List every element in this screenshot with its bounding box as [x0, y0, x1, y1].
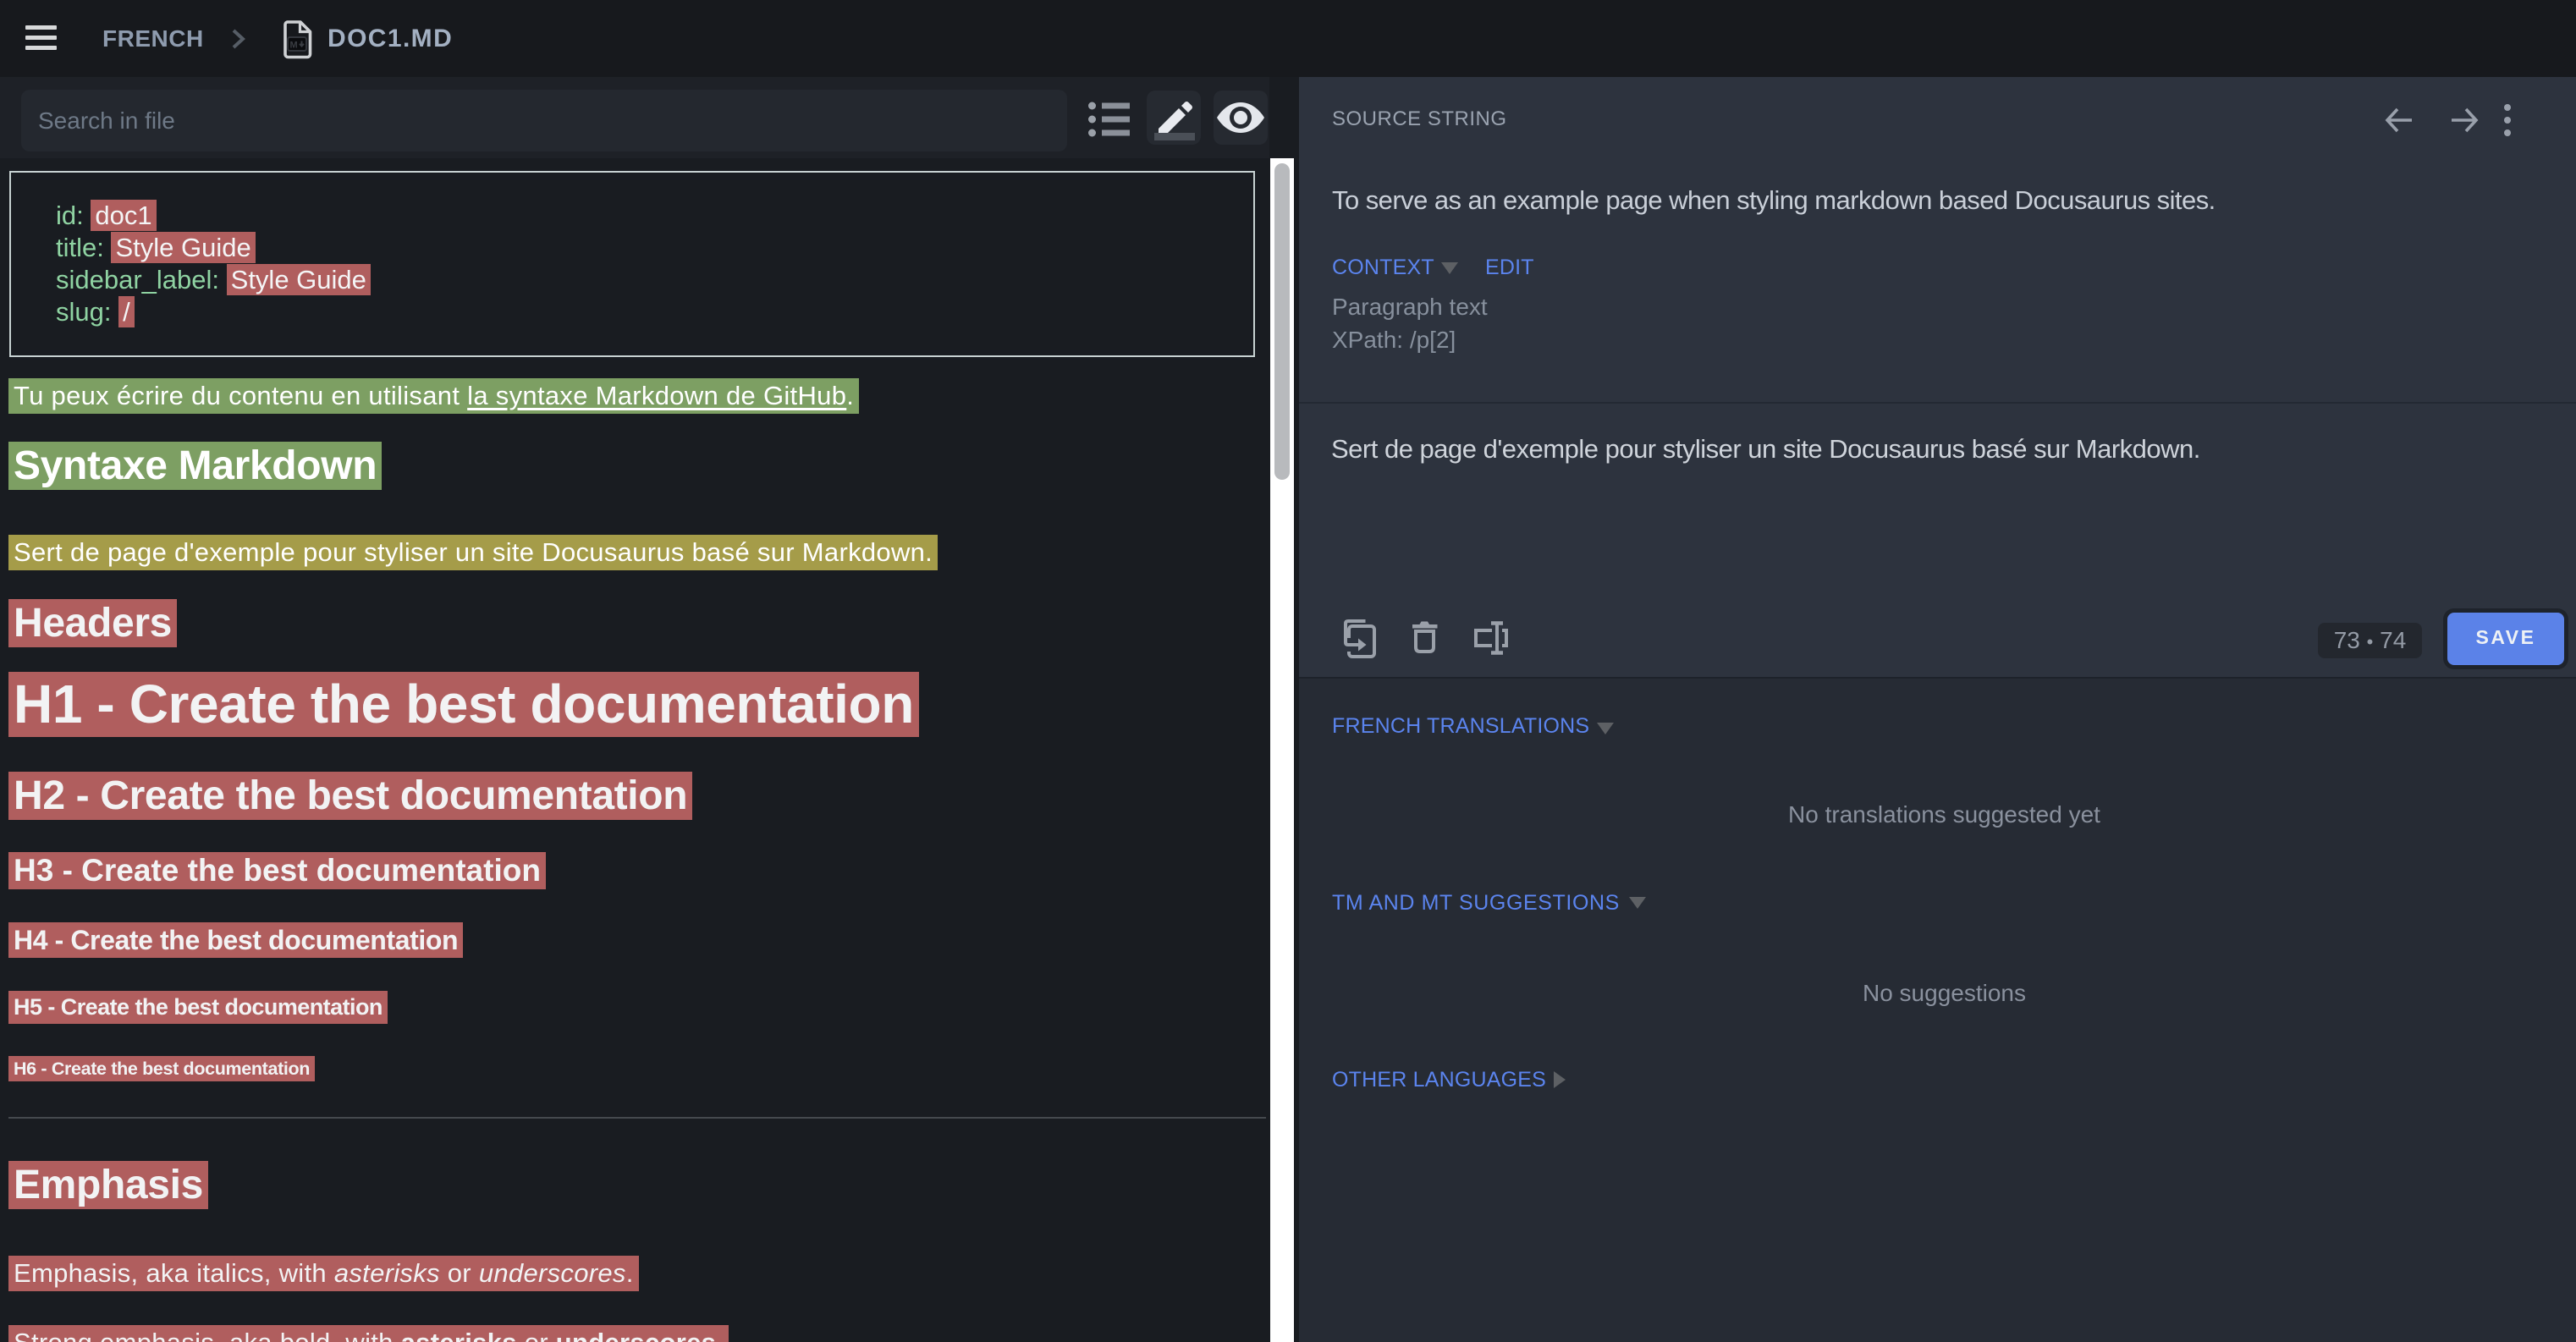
svg-text:M: M	[290, 41, 298, 51]
